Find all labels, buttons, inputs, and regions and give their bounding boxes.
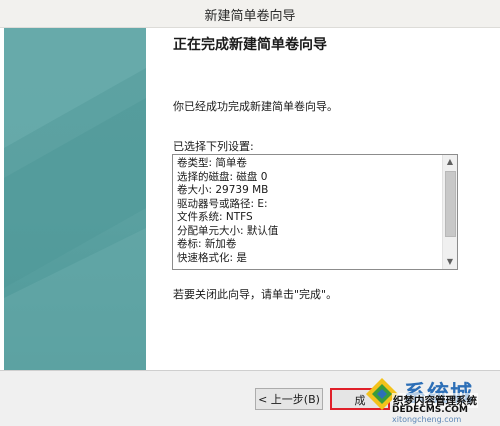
list-item: 卷标: 新加卷 [177,238,237,250]
scroll-thumb[interactable] [445,171,456,237]
settings-items: 卷类型: 简单卷 选择的磁盘: 磁盘 0 卷大小: 29739 MB 驱动器号或… [177,157,441,265]
list-item: 卷类型: 简单卷 [177,157,247,169]
listbox-scrollbar[interactable]: ▲ ▼ [442,155,457,269]
watermark: 系统城 织梦内容管理系统 DEDECMS.COM xitongcheng.com [362,374,500,426]
list-item: 快速格式化: 是 [177,251,247,264]
watermark-brand: DEDECMS.COM [392,405,468,415]
page-heading: 正在完成新建简单卷向导 [173,37,327,53]
banner-graphic [4,28,146,370]
scroll-down-icon[interactable]: ▼ [443,255,457,269]
list-item: 文件系统: NTFS [177,211,253,223]
wizard-side-banner [4,28,146,370]
scroll-up-icon[interactable]: ▲ [443,155,457,169]
closing-text: 若要关闭此向导，请单击"完成"。 [173,288,338,301]
settings-listbox[interactable]: 卷类型: 简单卷 选择的磁盘: 磁盘 0 卷大小: 29739 MB 驱动器号或… [172,154,458,270]
watermark-url: xitongcheng.com [392,415,462,424]
list-item: 驱动器号或路径: E: [177,197,268,210]
intro-text: 你已经成功完成新建简单卷向导。 [173,100,338,113]
settings-label: 已选择下列设置: [173,140,254,153]
back-button[interactable]: < 上一步(B) [255,388,323,410]
window-title: 新建简单卷向导 [204,9,296,24]
title-bar: 新建简单卷向导 [0,0,500,28]
list-item: 分配单元大小: 默认值 [177,224,279,237]
list-item: 卷大小: 29739 MB [177,184,269,196]
list-item: 选择的磁盘: 磁盘 0 [177,170,268,183]
